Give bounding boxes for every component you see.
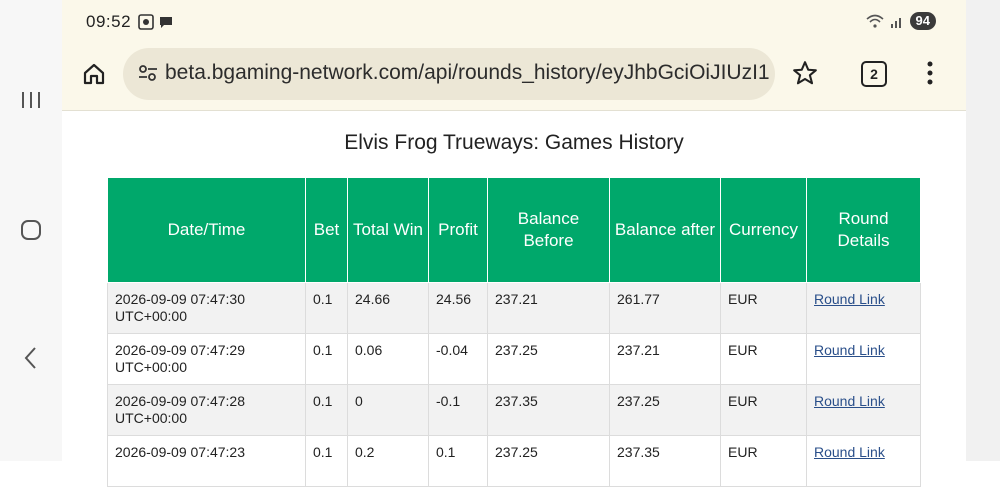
- table-row: 2026-09-09 07:47:28 UTC+00:00 0.1 0 -0.1…: [107, 384, 921, 436]
- cell-balance-after: 237.25: [609, 384, 721, 436]
- table-row: 2026-09-09 07:47:30 UTC+00:00 0.1 24.66 …: [107, 282, 921, 334]
- cell-balance-after: 237.35: [609, 435, 721, 487]
- signal-icon: [890, 18, 901, 28]
- cell-round-details: Round Link: [806, 333, 921, 385]
- url-text: beta.bgaming-network.com/api/rounds_hist…: [165, 61, 770, 84]
- screen-edge: [966, 0, 1000, 461]
- cell-datetime: 2026-09-09 07:47:29 UTC+00:00: [107, 333, 306, 385]
- cell-currency: EUR: [720, 384, 807, 436]
- header-balance-before: Balance Before: [487, 177, 610, 283]
- cell-currency: EUR: [720, 435, 807, 487]
- tabs-button[interactable]: 2: [861, 61, 887, 87]
- cell-bet: 0.1: [305, 435, 348, 487]
- header-balance-after: Balance after: [609, 177, 721, 283]
- cell-total-win: 0.06: [347, 333, 429, 385]
- status-time: 09:52: [86, 12, 132, 31]
- cell-datetime: 2026-09-09 07:47:23: [107, 435, 306, 487]
- table-row: 2026-09-09 07:47:23 0.1 0.2 0.1 237.25 2…: [107, 435, 921, 487]
- home-nav-icon: [21, 220, 41, 240]
- round-link[interactable]: Round Link: [814, 393, 885, 409]
- recents-button[interactable]: [0, 85, 62, 115]
- cell-round-details: Round Link: [806, 384, 921, 436]
- header-datetime: Date/Time: [107, 177, 306, 283]
- back-icon: [24, 347, 36, 369]
- cell-profit: -0.04: [428, 333, 488, 385]
- cell-bet: 0.1: [305, 282, 348, 334]
- cell-balance-after: 261.77: [609, 282, 721, 334]
- cell-bet: 0.1: [305, 333, 348, 385]
- cell-round-details: Round Link: [806, 435, 921, 487]
- cell-balance-before: 237.25: [487, 333, 610, 385]
- cell-currency: EUR: [720, 333, 807, 385]
- cell-total-win: 0: [347, 384, 429, 436]
- header-profit: Profit: [428, 177, 488, 283]
- battery-badge: 94: [909, 12, 936, 30]
- system-nav-bar: [0, 0, 62, 461]
- games-history-table: Date/Time Bet Total Win Profit Balance B…: [107, 177, 921, 487]
- cell-bet: 0.1: [305, 384, 348, 436]
- table-row: 2026-09-09 07:47:29 UTC+00:00 0.1 0.06 -…: [107, 333, 921, 385]
- wifi-icon: [866, 14, 884, 28]
- recents-icon: [22, 92, 40, 108]
- cell-currency: EUR: [720, 282, 807, 334]
- status-right-group: 94: [866, 12, 936, 30]
- cell-round-details: Round Link: [806, 282, 921, 334]
- header-bet: Bet: [305, 177, 348, 283]
- home-icon: [83, 63, 105, 85]
- browser-menu-button[interactable]: [924, 60, 936, 91]
- header-currency: Currency: [720, 177, 807, 283]
- cell-profit: 0.1: [428, 435, 488, 487]
- star-icon: [793, 61, 817, 85]
- round-link[interactable]: Round Link: [814, 342, 885, 358]
- cell-total-win: 24.66: [347, 282, 429, 334]
- cell-profit: 24.56: [428, 282, 488, 334]
- cell-balance-after: 237.21: [609, 333, 721, 385]
- address-bar[interactable]: beta.bgaming-network.com/api/rounds_hist…: [123, 48, 775, 100]
- round-link[interactable]: Round Link: [814, 444, 885, 460]
- back-button[interactable]: [0, 343, 62, 373]
- tabs-count: 2: [870, 66, 878, 82]
- cell-total-win: 0.2: [347, 435, 429, 487]
- cell-datetime: 2026-09-09 07:47:28 UTC+00:00: [107, 384, 306, 436]
- cell-balance-before: 237.25: [487, 435, 610, 487]
- table-header-row: Date/Time Bet Total Win Profit Balance B…: [107, 177, 921, 283]
- cell-profit: -0.1: [428, 384, 488, 436]
- screenshot-icon: [138, 14, 154, 30]
- header-total-win: Total Win: [347, 177, 429, 283]
- cell-balance-before: 237.21: [487, 282, 610, 334]
- cell-datetime: 2026-09-09 07:47:30 UTC+00:00: [107, 282, 306, 334]
- home-nav-button[interactable]: [0, 215, 62, 245]
- page-title: Elvis Frog Trueways: Games History: [344, 131, 684, 154]
- more-vert-icon: [927, 61, 933, 85]
- tune-icon[interactable]: [137, 62, 159, 84]
- chrome-divider: [62, 110, 966, 111]
- bookmark-button[interactable]: [792, 60, 818, 91]
- round-link[interactable]: Round Link: [814, 291, 885, 307]
- browser-home-button[interactable]: [76, 56, 112, 92]
- header-round-details: Round Details: [806, 177, 921, 283]
- status-notification-icons: [138, 14, 174, 30]
- cell-balance-before: 237.35: [487, 384, 610, 436]
- chat-icon: [160, 17, 172, 28]
- browser-chrome: 09:52 94 beta.bgaming-network.com/api/ro…: [62, 0, 966, 110]
